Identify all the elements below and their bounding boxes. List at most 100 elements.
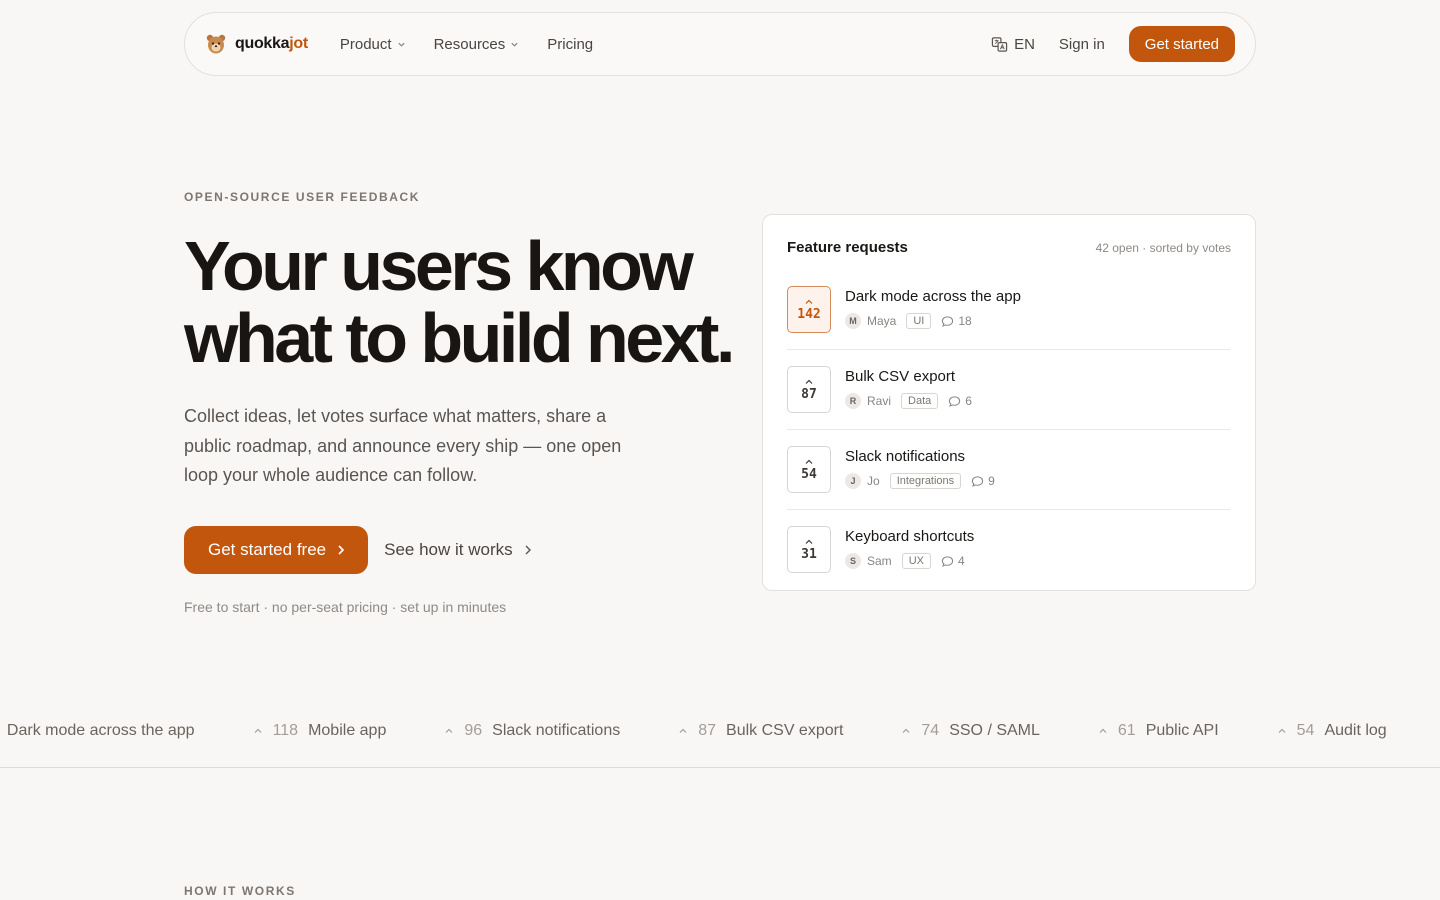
chevron-down-icon — [397, 42, 405, 47]
upvote-button[interactable]: 87 — [787, 366, 831, 413]
author-name: Sam — [867, 554, 892, 568]
how-it-works-eyebrow: HOW IT WORKS — [184, 884, 296, 898]
hero-title: Your users know what to build next. — [184, 230, 764, 374]
marquee-count: 54 — [1296, 722, 1315, 739]
upvote-button[interactable]: 54 — [787, 446, 831, 493]
hero-fine-print: Free to start · no per-seat pricing · se… — [184, 599, 507, 615]
brand-name: quokkajot — [235, 35, 308, 53]
request-row[interactable]: 54 Slack notifications J Jo Integrations… — [787, 430, 1231, 510]
request-title: Slack notifications — [845, 448, 966, 465]
request-meta: R Ravi Data 6 — [845, 393, 972, 409]
nav-link-product[interactable]: Product — [340, 36, 406, 53]
nav-links: Product Resources Pricing — [340, 36, 593, 53]
author-name: Jo — [867, 474, 880, 488]
chevron-up-icon — [805, 379, 813, 384]
marquee-label: SSO / SAML — [949, 722, 1040, 739]
request-meta: J Jo Integrations 9 — [845, 473, 995, 489]
marquee-label: Public API — [1145, 722, 1219, 739]
request-body: Dark mode across the app M Maya UI 18 — [845, 286, 1021, 329]
chevron-up-icon — [805, 459, 813, 464]
language-switcher[interactable]: EN — [991, 36, 1035, 53]
comment-count-value: 18 — [958, 314, 972, 328]
chevron-up-icon — [1278, 728, 1286, 733]
request-row[interactable]: 31 Keyboard shortcuts S Sam UX 4 — [787, 510, 1231, 589]
nav-link-label: Pricing — [547, 35, 594, 53]
get-started-free-label: Get started free — [208, 540, 327, 559]
nav-link-resources[interactable]: Resources — [434, 36, 520, 53]
vote-count: 142 — [797, 306, 821, 322]
marquee-label: Mobile app — [308, 722, 387, 739]
get-started-button[interactable]: Get started — [1128, 26, 1235, 62]
avatar: R — [845, 393, 861, 409]
chevron-up-icon — [679, 728, 687, 733]
vote-count: 87 — [801, 386, 817, 402]
brand-name-prefix: quokka — [235, 35, 290, 52]
comment-icon — [942, 315, 954, 327]
marquee-label: Dark mode across the app — [6, 722, 195, 739]
chevron-up-icon — [805, 299, 813, 304]
comment-count: 4 — [941, 554, 965, 568]
marquee-item: 74 SSO / SAML — [901, 722, 1040, 740]
brand-logo[interactable]: quokkajot — [205, 33, 308, 55]
chevron-down-icon — [511, 42, 518, 47]
chevron-right-icon — [525, 545, 531, 555]
hero-eyebrow: OPEN-SOURCE USER FEEDBACK — [184, 190, 421, 204]
request-meta: S Sam UX 4 — [845, 553, 974, 569]
avatar: M — [845, 313, 861, 329]
nav-link-label: Product — [339, 35, 392, 53]
category-tag: UX — [901, 553, 931, 569]
author-name: Maya — [867, 314, 897, 328]
nav-link-label: Resources — [433, 35, 506, 53]
request-title: Bulk CSV export — [845, 368, 956, 385]
see-how-it-works-label: See how it works — [384, 540, 513, 559]
request-author: R Ravi — [845, 393, 891, 409]
request-row[interactable]: 87 Bulk CSV export R Ravi Data 6 — [787, 350, 1231, 430]
comment-count: 6 — [948, 394, 972, 408]
marquee-count: 61 — [1117, 722, 1136, 739]
card-header: Feature requests 42 open · sorted by vot… — [787, 239, 1231, 256]
request-body: Slack notifications J Jo Integrations 9 — [845, 446, 995, 489]
sign-in-link[interactable]: Sign in — [1059, 36, 1105, 53]
marquee-label: Audit log — [1324, 722, 1387, 739]
chevron-up-icon — [805, 539, 813, 544]
chevron-up-icon — [254, 728, 261, 733]
quokka-logo-icon — [206, 34, 226, 54]
marquee-label: Bulk CSV export — [726, 722, 844, 739]
request-author: M Maya — [845, 313, 896, 329]
marquee-item: 96 Slack notifications — [444, 722, 620, 740]
comment-icon — [949, 395, 961, 407]
feature-marquee: 2 Dark mode across the app 118 Mobile ap… — [0, 700, 1440, 768]
upvote-button[interactable]: 31 — [787, 526, 831, 573]
chevron-up-icon — [902, 728, 910, 733]
marquee-item: 118 Mobile app — [253, 722, 387, 740]
request-title: Keyboard shortcuts — [845, 528, 975, 545]
nav-link-pricing[interactable]: Pricing — [547, 36, 593, 53]
avatar: S — [845, 553, 861, 569]
card-title: Feature requests — [787, 239, 908, 256]
card-meta: 42 open · sorted by votes — [1095, 241, 1231, 255]
marquee-item: 61 Public API — [1098, 722, 1219, 740]
chevron-up-icon — [1099, 728, 1107, 733]
category-tag: Data — [901, 393, 939, 409]
marquee-count: 118 — [272, 722, 299, 739]
hero-cta-row: Get started free See how it works — [184, 526, 533, 574]
comment-count-value: 9 — [988, 474, 995, 488]
top-navbar: quokkajot Product Resources Pricing EN S… — [184, 12, 1256, 76]
get-started-free-button[interactable]: Get started free — [184, 526, 369, 574]
marquee-label: Slack notifications — [492, 722, 621, 739]
upvote-button[interactable]: 142 — [787, 286, 831, 333]
feature-requests-card: Feature requests 42 open · sorted by vot… — [762, 214, 1256, 591]
request-row[interactable]: 142 Dark mode across the app M Maya UI 1… — [787, 270, 1231, 350]
marquee-track: 2 Dark mode across the app 118 Mobile ap… — [0, 722, 1440, 740]
see-how-it-works-link[interactable]: See how it works — [384, 540, 533, 560]
author-name: Ravi — [867, 394, 892, 408]
category-tag: UI — [906, 313, 932, 329]
language-label: EN — [1014, 35, 1035, 53]
translate-icon — [991, 36, 1008, 52]
marquee-item: 2 Dark mode across the app — [0, 722, 195, 740]
chevron-up-icon — [445, 728, 453, 733]
hero-title-line-1: Your users know — [184, 227, 694, 305]
vote-count: 31 — [801, 546, 817, 562]
comment-count: 18 — [941, 314, 972, 328]
marquee-count: 74 — [921, 722, 940, 739]
